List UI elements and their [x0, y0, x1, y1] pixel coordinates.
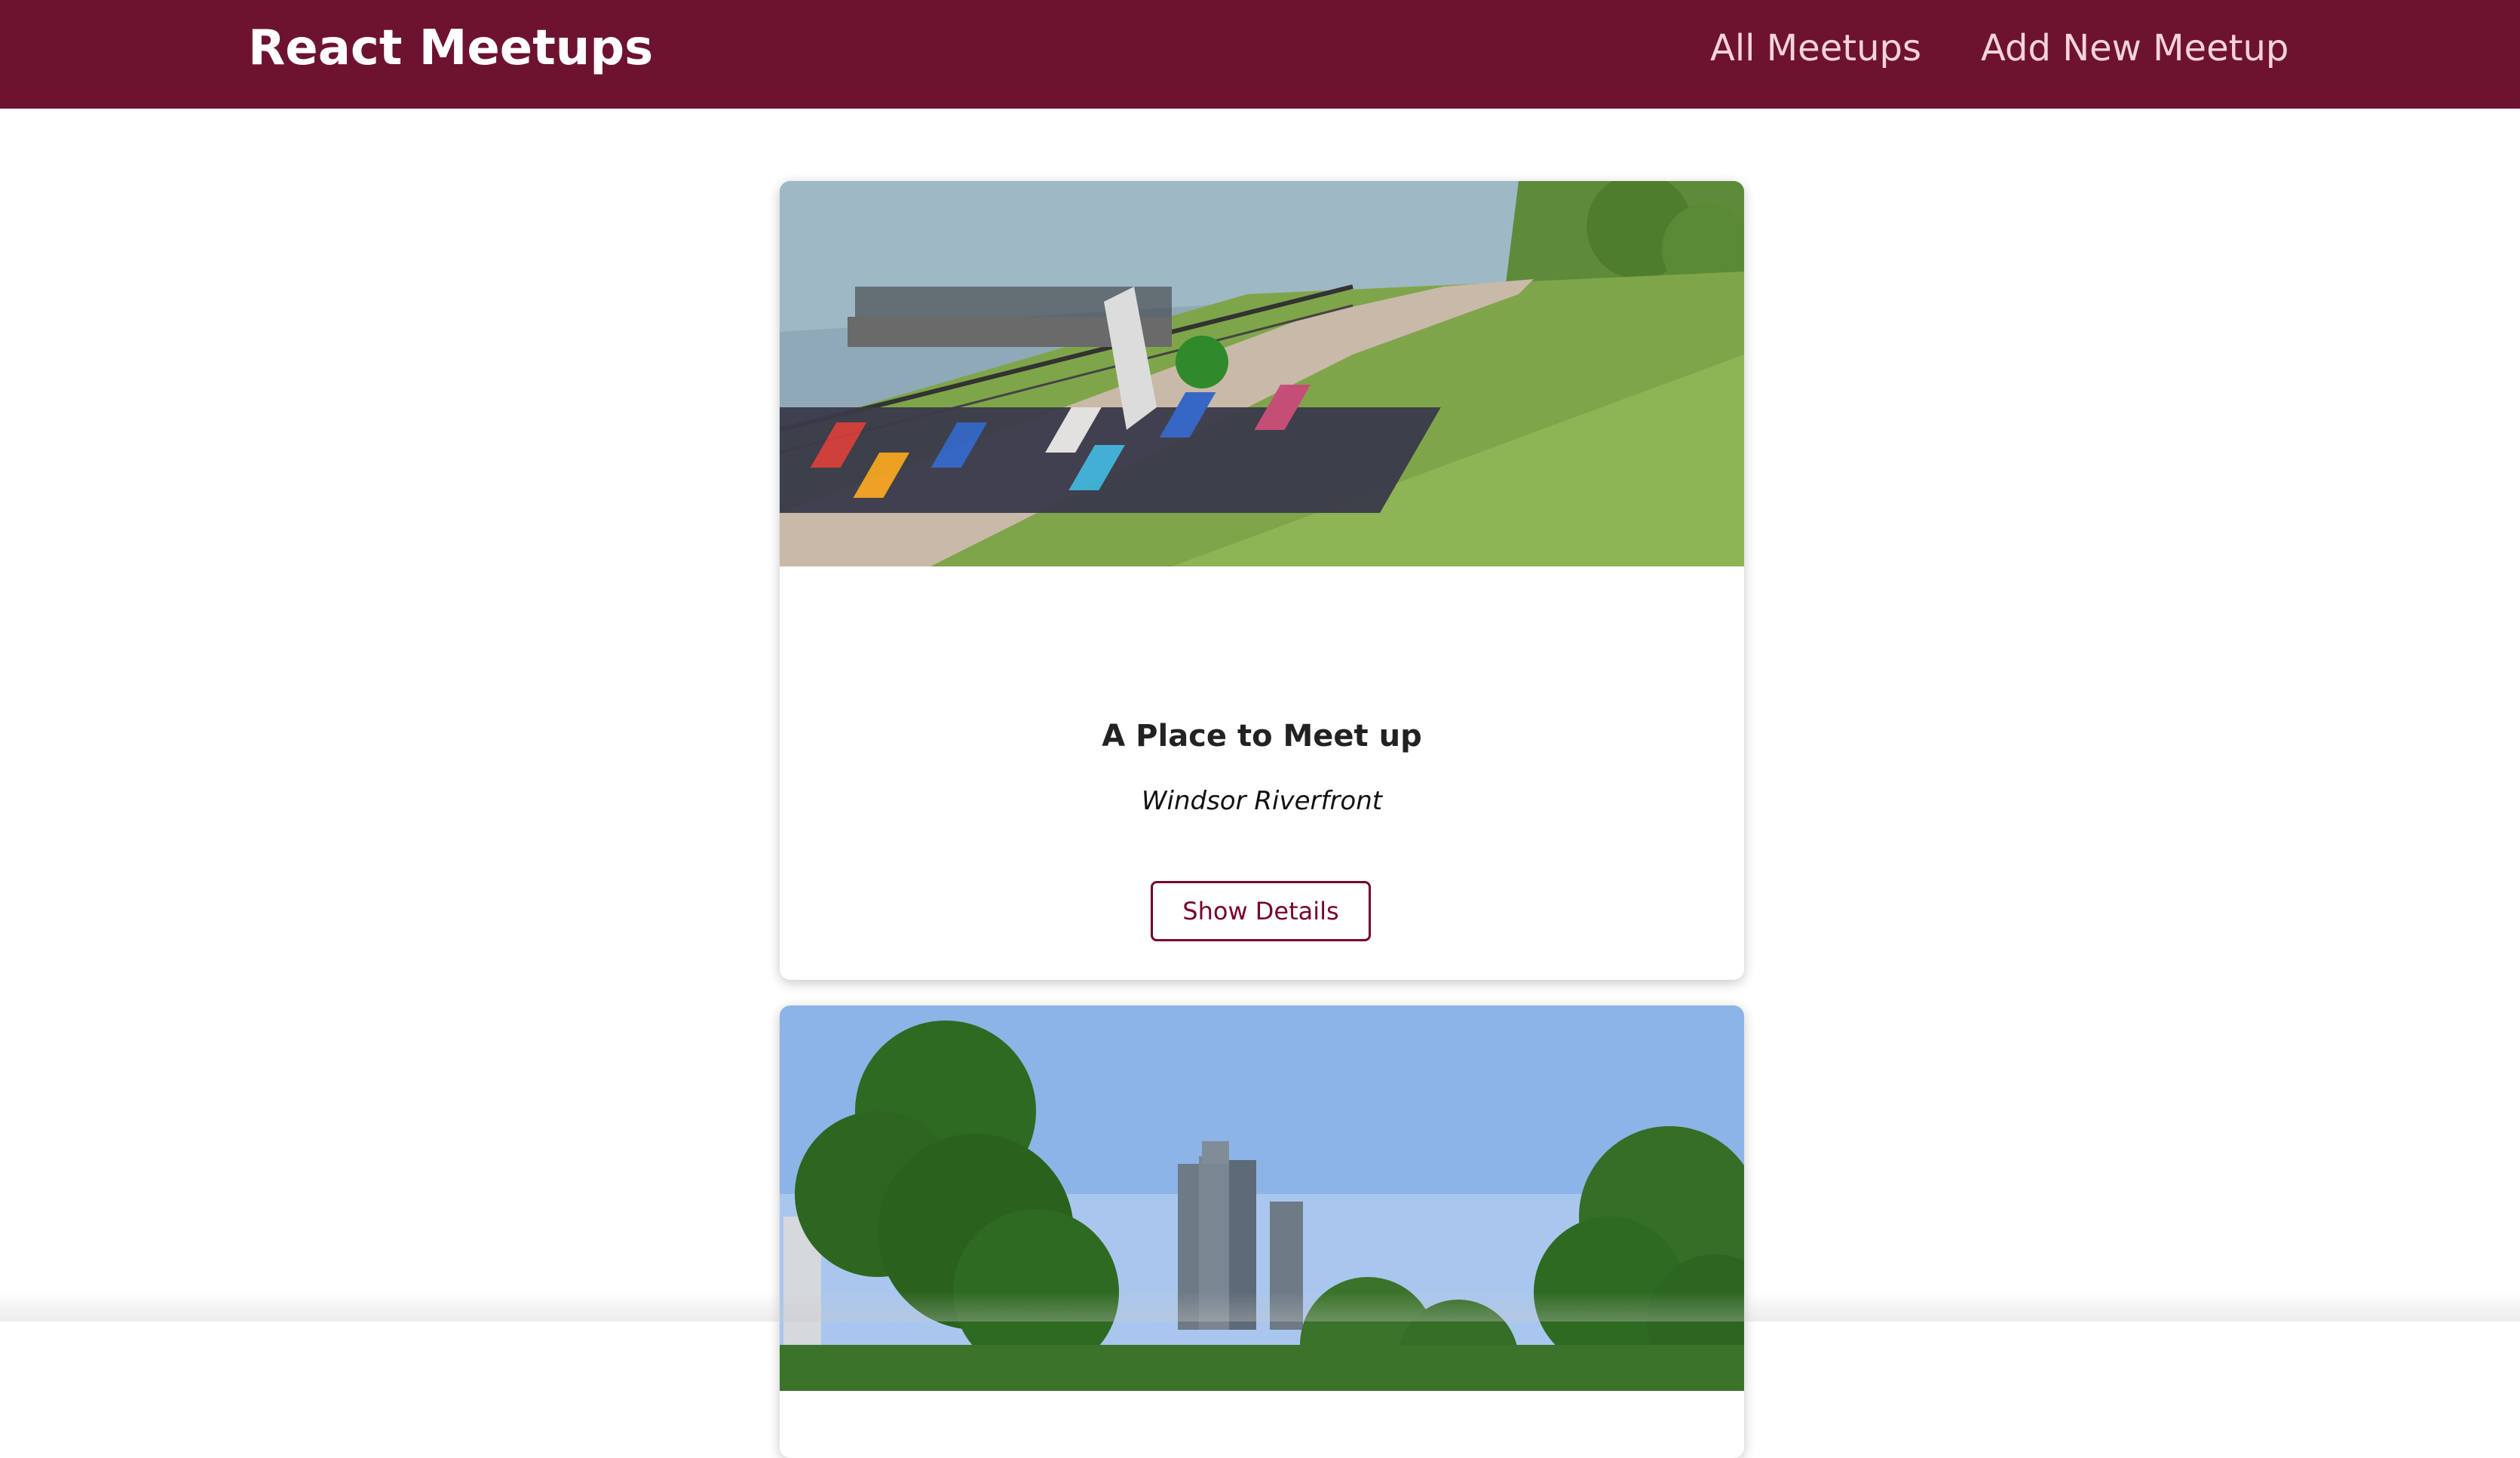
meetup-title: A Place to Meet up — [1102, 719, 1422, 754]
nav-add-new-meetup[interactable]: Add New Meetup — [1981, 27, 2289, 69]
show-details-button[interactable]: Show Details — [1151, 881, 1371, 941]
nav-all-meetups[interactable]: All Meetups — [1710, 27, 1921, 69]
meetup-image — [780, 181, 1744, 566]
meetup-address: Windsor Riverfront — [1141, 786, 1383, 816]
main-header: React Meetups All Meetups Add New Meetup — [0, 0, 2520, 109]
meetup-image — [780, 1005, 1744, 1391]
meetup-card: A Place to Meet up Windsor Riverfront Sh… — [780, 181, 1744, 980]
app-logo: React Meetups — [248, 20, 654, 76]
meetup-card — [780, 1005, 1744, 1458]
